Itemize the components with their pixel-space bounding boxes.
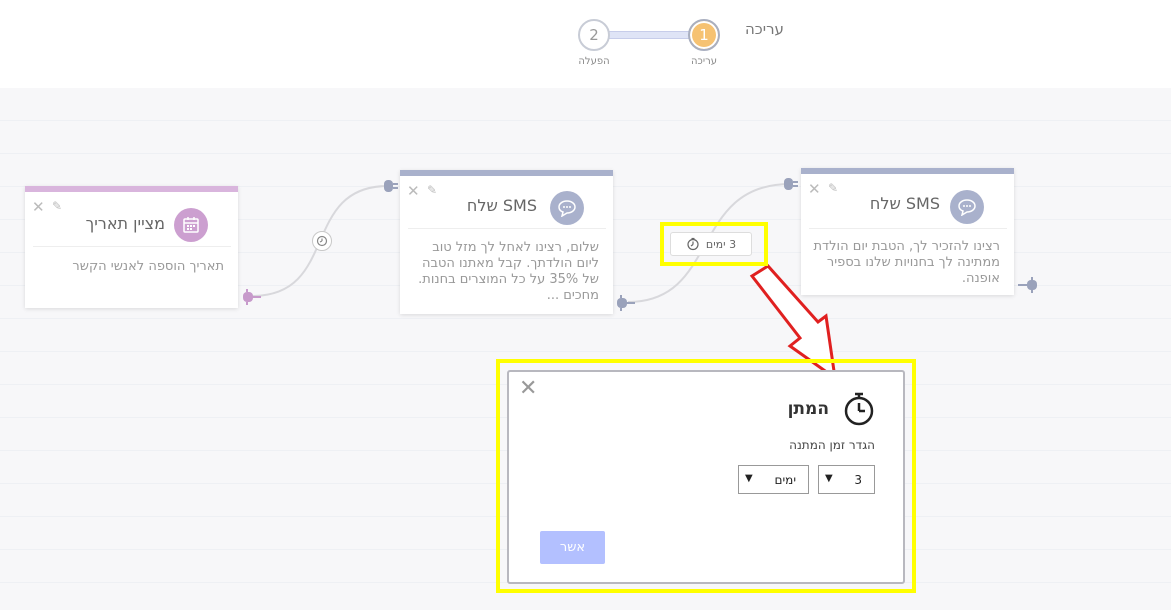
close-icon[interactable]: ✕	[407, 184, 420, 199]
top-bar: עריכה 2 1 הפעלה עריכה	[0, 0, 1171, 88]
confirm-button[interactable]: אשר	[540, 531, 605, 564]
wait-unit-select[interactable]: ▼ ימים	[738, 465, 809, 494]
stepper-progress-line	[606, 31, 690, 39]
wait-duration-chip[interactable]: 3 ימים	[670, 232, 752, 256]
node-color-bar	[801, 168, 1014, 174]
edit-icon[interactable]: ✎	[828, 181, 838, 195]
edit-icon[interactable]: ✎	[52, 199, 62, 213]
chat-icon	[950, 190, 984, 224]
node-body: תאריך הוספה לאנשי הקשר	[72, 259, 224, 274]
stopwatch-icon	[844, 392, 874, 426]
step-2-number: 2	[589, 26, 599, 44]
node-body: שלום, רצינו לאחל לך מזל טוב ליום הולדתך.…	[418, 240, 599, 303]
wait-amount-select[interactable]: ▼ 3	[818, 465, 875, 494]
node-send-sms-2[interactable]: ✕ ✎ שלח SMS רצינו להזכיר לך, הטבת יום הו…	[801, 168, 1014, 295]
close-icon[interactable]: ✕	[808, 182, 821, 197]
node-title: שלח SMS	[466, 196, 537, 215]
wait-amount-value: 3	[854, 473, 862, 487]
node-color-bar	[400, 170, 613, 176]
wait-unit-value: ימים	[774, 473, 796, 487]
stopwatch-icon	[687, 237, 699, 251]
dropdown-arrow-icon: ▼	[825, 473, 833, 484]
node-divider	[33, 246, 231, 247]
output-plug-icon[interactable]	[1016, 277, 1038, 293]
wait-chip-label: 3 ימים	[705, 237, 737, 251]
node-title: שלח SMS	[869, 194, 940, 213]
node-date-marker[interactable]: ✕ ✎ מציין תאריך תאריך הוספה לאנשי הקשר	[25, 186, 238, 308]
dialog-subtitle: הגדר זמן המתנה	[789, 438, 875, 452]
output-plug-icon[interactable]	[242, 289, 262, 305]
output-plug-icon[interactable]	[616, 295, 636, 311]
input-plug-icon[interactable]	[783, 176, 799, 192]
step-2-circle[interactable]: 2	[578, 19, 610, 51]
input-plug-icon[interactable]	[383, 178, 399, 194]
dialog-close-icon[interactable]: ✕	[519, 376, 537, 401]
node-divider	[809, 228, 1007, 229]
dropdown-arrow-icon: ▼	[745, 473, 753, 484]
wait-dialog: ✕ המתן הגדר זמן המתנה ▼ 3 ▼ ימים אשר	[507, 370, 905, 584]
edit-icon[interactable]: ✎	[427, 183, 437, 197]
step-1-number: 1	[699, 26, 709, 44]
node-send-sms-1[interactable]: ✕ ✎ שלח SMS שלום, רצינו לאחל לך מזל טוב …	[400, 170, 613, 314]
step-1-circle[interactable]: 1	[688, 19, 720, 51]
node-divider	[408, 228, 606, 229]
node-title: מציין תאריך	[85, 214, 165, 233]
step-1-label: עריכה	[691, 56, 717, 67]
timer-icon[interactable]	[312, 231, 332, 251]
chat-icon	[550, 191, 584, 225]
step-2-label: הפעלה	[578, 56, 610, 67]
page-title: עריכה	[745, 20, 784, 38]
close-icon[interactable]: ✕	[32, 200, 45, 215]
node-color-bar	[25, 186, 238, 192]
calendar-icon	[174, 208, 208, 242]
dialog-title: המתן	[787, 399, 829, 419]
node-body: רצינו להזכיר לך, הטבת יום הולדת ממתינה ל…	[813, 239, 1001, 286]
